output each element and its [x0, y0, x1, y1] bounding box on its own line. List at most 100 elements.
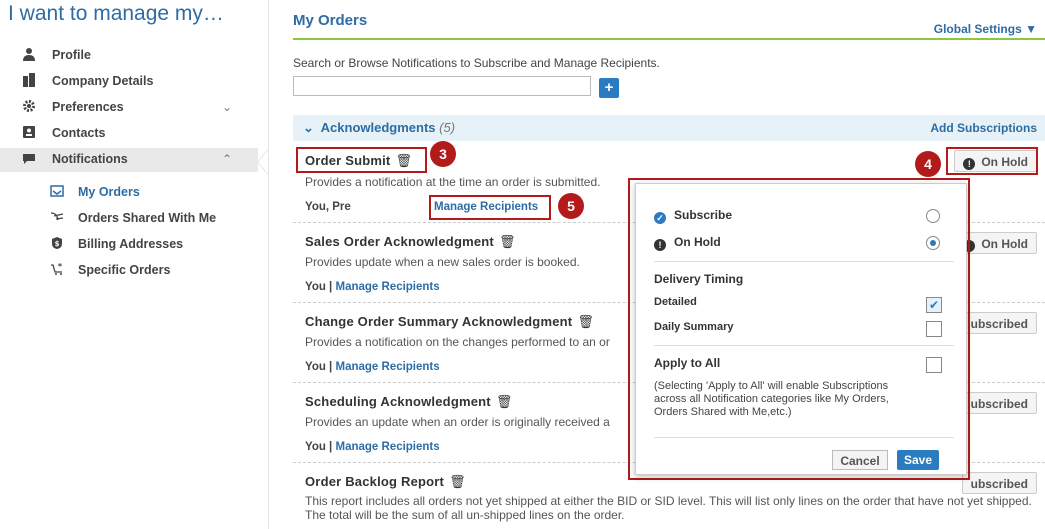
notification-title-label: Scheduling Acknowledgment — [305, 394, 491, 409]
manage-recipients-link[interactable]: Manage Recipients — [335, 281, 439, 293]
sidebar-item-label: Notifications — [52, 152, 128, 166]
sidebar-subitem-specific-orders[interactable]: * Specific Orders — [0, 259, 258, 281]
sidebar-item-preferences[interactable]: Preferences ⌄ — [0, 96, 258, 120]
callout-badge-4: 4 — [915, 151, 941, 177]
callout-badge-5: 5 — [558, 193, 584, 219]
sidebar: I want to manage my… Profile Company Det… — [0, 0, 269, 529]
sidebar-item-company-details[interactable]: Company Details — [0, 70, 258, 94]
on-hold-label: On Hold — [674, 235, 721, 249]
notification-desc: Provides an update when an order is orig… — [305, 415, 610, 429]
cancel-button[interactable]: Cancel — [832, 450, 888, 470]
sidebar-subitem-label: Orders Shared With Me — [78, 211, 217, 225]
detailed-checkbox[interactable]: ✔ — [926, 297, 942, 313]
apply-to-all-label: Apply to All — [654, 356, 721, 370]
subscription-popup: ✓ Subscribe ! On Hold Delivery Timing Deta… — [635, 183, 967, 475]
sidebar-subitem-label: My Orders — [78, 185, 140, 199]
inbox-icon — [50, 185, 64, 197]
daily-summary-label: Daily Summary — [654, 321, 734, 333]
status-button[interactable]: ubscribed — [961, 312, 1037, 334]
on-hold-radio[interactable] — [926, 236, 940, 250]
subscribe-radio[interactable] — [926, 209, 940, 223]
status-label: ubscribed — [970, 477, 1028, 491]
building-icon — [23, 73, 35, 87]
recipients-you: You | — [305, 281, 333, 293]
notification-desc: Provides update when a new sales order i… — [305, 255, 580, 269]
notification-title: Scheduling Acknowledgment 🗑 — [305, 394, 513, 410]
detailed-label: Detailed — [654, 296, 697, 308]
header-underline — [293, 38, 1045, 40]
sidebar-item-profile[interactable]: Profile — [0, 44, 258, 68]
cart-star-icon: * — [51, 262, 63, 275]
check-circle-icon: ✓ — [654, 212, 666, 224]
subscribe-option[interactable]: ✓ Subscribe — [654, 208, 732, 224]
trash-icon[interactable]: 🗑 — [449, 474, 466, 490]
svg-text:$: $ — [55, 240, 60, 248]
notification-desc: Provides a notification at the time an o… — [305, 175, 601, 189]
sidebar-item-label: Profile — [52, 48, 91, 62]
recipients-you: You, Pre — [305, 201, 351, 213]
chevron-up-icon[interactable]: ⌃ — [222, 152, 232, 166]
section-title[interactable]: ⌄ Acknowledgments (5) — [303, 120, 455, 136]
notification-title-label: Order Backlog Report — [305, 474, 445, 489]
sidebar-title: I want to manage my… — [8, 2, 224, 25]
on-hold-option[interactable]: ! On Hold — [654, 235, 721, 251]
active-indicator — [258, 150, 268, 174]
contacts-icon — [23, 126, 35, 138]
billing-icon: $ — [52, 237, 62, 249]
recipients-row: You | Manage Recipients — [305, 361, 440, 373]
notification-title: Sales Order Acknowledgment 🗑 — [305, 234, 516, 250]
trash-icon[interactable]: 🗑 — [499, 234, 516, 250]
recipients-row: You | Manage Recipients — [305, 281, 440, 293]
sidebar-item-label: Company Details — [52, 74, 154, 88]
sidebar-item-contacts[interactable]: Contacts — [0, 122, 258, 146]
popup-divider — [654, 261, 954, 262]
sidebar-item-notifications[interactable]: Notifications ⌃ — [0, 148, 258, 172]
gear-icon — [23, 100, 35, 112]
sidebar-subitem-label: Specific Orders — [78, 263, 171, 277]
status-button[interactable]: ubscribed — [961, 472, 1037, 494]
daily-summary-checkbox[interactable] — [926, 321, 942, 337]
callout-box-4 — [946, 147, 1038, 175]
trash-icon[interactable]: 🗑 — [496, 394, 513, 410]
apply-to-all-checkbox[interactable] — [926, 357, 942, 373]
status-label: ubscribed — [970, 397, 1028, 411]
manage-recipients-link[interactable]: Manage Recipients — [335, 441, 439, 453]
search-input[interactable] — [293, 76, 591, 96]
recipients-you: You | — [305, 441, 333, 453]
notification-title-label: Change Order Summary Acknowledgment — [305, 314, 573, 329]
global-settings-label: Global Settings — [933, 22, 1022, 36]
popup-divider — [654, 345, 954, 346]
sidebar-subitem-billing[interactable]: $ Billing Addresses — [0, 233, 258, 255]
caret-down-icon: ▼ — [1025, 22, 1037, 36]
global-settings-link[interactable]: Global Settings ▼ — [934, 22, 1037, 36]
trash-icon[interactable]: 🗑 — [577, 314, 594, 330]
chevron-down-icon: ⌄ — [303, 120, 314, 135]
popup-divider — [654, 437, 954, 438]
save-button[interactable]: Save — [897, 450, 939, 470]
recipients-you: You | — [305, 361, 333, 373]
recipients-row: You | Manage Recipients — [305, 441, 440, 453]
chat-icon — [23, 154, 35, 164]
sidebar-subitem-my-orders[interactable]: My Orders — [0, 181, 258, 203]
search-hint: Search or Browse Notifications to Subscr… — [293, 56, 660, 70]
share-icon — [50, 212, 64, 221]
add-button[interactable]: + — [599, 78, 619, 98]
callout-badge-3: 3 — [430, 141, 456, 167]
sidebar-subitem-orders-shared[interactable]: Orders Shared With Me — [0, 207, 258, 229]
section-count: (5) — [439, 120, 456, 135]
svg-text:*: * — [58, 262, 63, 271]
status-button[interactable]: ubscribed — [961, 392, 1037, 414]
status-label: ubscribed — [970, 317, 1028, 331]
sidebar-item-label: Contacts — [52, 126, 106, 140]
callout-box-3 — [296, 147, 427, 173]
section-header-acknowledgments[interactable]: ⌄ Acknowledgments (5) Add Subscriptions — [293, 115, 1045, 141]
manage-recipients-link[interactable]: Manage Recipients — [335, 361, 439, 373]
add-subscriptions-link[interactable]: Add Subscriptions — [930, 121, 1037, 135]
section-title-label: Acknowledgments — [320, 120, 436, 135]
notification-desc: This report includes all orders not yet … — [305, 494, 1032, 522]
notification-desc: Provides a notification on the changes p… — [305, 335, 610, 349]
chevron-down-icon[interactable]: ⌄ — [222, 100, 232, 114]
page-title: My Orders — [293, 12, 368, 29]
notification-title: Order Backlog Report 🗑 — [305, 474, 466, 490]
notification-title: Change Order Summary Acknowledgment 🗑 — [305, 314, 594, 330]
